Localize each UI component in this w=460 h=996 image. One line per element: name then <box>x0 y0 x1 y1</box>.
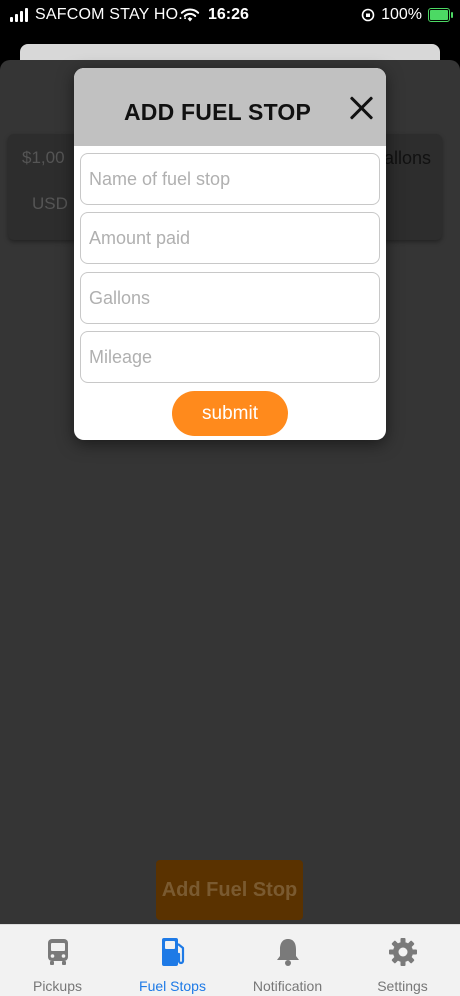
amount-paid-input[interactable] <box>80 212 380 264</box>
tab-notification[interactable]: Notification <box>230 925 345 996</box>
tab-label: Notification <box>252 978 323 994</box>
bell-icon <box>277 939 299 966</box>
tab-label: Settings <box>377 978 428 994</box>
status-left: SAFCOM STAY HO... <box>10 6 192 24</box>
add-fuel-stop-button: Add Fuel Stop <box>156 860 303 920</box>
battery-percent: 100% <box>381 6 422 23</box>
tab-bar: Pickups Fuel Stops Notification Settings <box>0 924 460 996</box>
tab-label: Pickups <box>32 978 83 994</box>
tab-fuel-stops[interactable]: Fuel Stops <box>115 925 230 996</box>
wifi-icon <box>180 8 200 22</box>
fuel-pump-icon <box>162 938 185 966</box>
gear-icon <box>389 938 417 966</box>
status-right: 100% <box>361 6 453 24</box>
card-amount: $1,00 <box>22 148 65 167</box>
tab-pickups[interactable]: Pickups <box>0 925 115 996</box>
tab-settings[interactable]: Settings <box>345 925 460 996</box>
modal-title: ADD FUEL STOP <box>124 99 312 125</box>
status-bar: SAFCOM STAY HO... 16:26 100% <box>0 0 460 32</box>
clock-time: 16:26 <box>208 6 249 23</box>
bus-icon <box>48 939 68 965</box>
carrier-name: SAFCOM STAY HO... <box>35 6 193 23</box>
tab-label: Fuel Stops <box>139 978 206 994</box>
close-icon[interactable] <box>348 95 374 121</box>
card-gallons: allons <box>384 148 432 168</box>
battery-icon <box>428 8 453 22</box>
gallons-input[interactable] <box>80 272 380 324</box>
card-currency: USD <box>32 194 68 213</box>
signal-icon <box>10 8 28 22</box>
screen: SAFCOM STAY HO... 16:26 100% $1,00 USD a… <box>0 0 460 996</box>
add-fuel-stop-modal: ADD FUEL STOP submit <box>74 68 386 440</box>
orientation-lock-icon <box>361 8 375 22</box>
submit-button[interactable]: submit <box>172 391 288 436</box>
mileage-input[interactable] <box>80 331 380 383</box>
fuel-stop-name-input[interactable] <box>80 153 380 205</box>
